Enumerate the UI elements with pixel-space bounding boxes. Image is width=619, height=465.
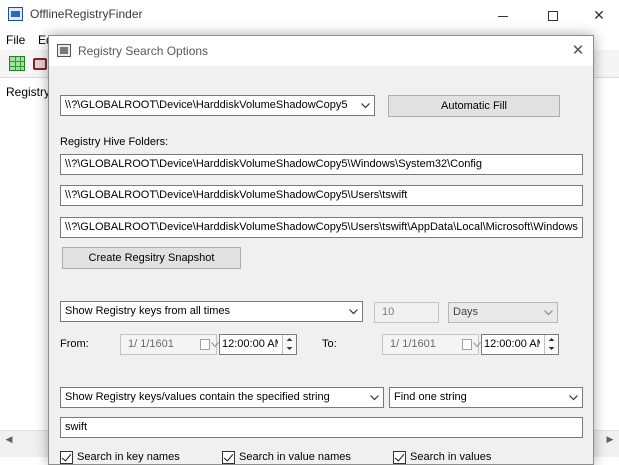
app-icon xyxy=(8,7,23,21)
hive-folder-input-2[interactable]: \\?\GLOBALROOT\Device\HarddiskVolumeShad… xyxy=(60,185,583,206)
to-date-picker[interactable]: 1/ 1/1601 xyxy=(382,334,481,355)
scroll-right-icon[interactable]: ▶ xyxy=(603,432,617,446)
to-label: To: xyxy=(322,338,337,350)
time-amount-value: 10 xyxy=(382,306,395,318)
calendar-icon xyxy=(200,339,210,350)
search-values-checkbox[interactable] xyxy=(393,451,406,464)
dialog-icon xyxy=(57,44,71,57)
hive-folder-value-3: \\?\GLOBALROOT\Device\HarddiskVolumeShad… xyxy=(65,221,578,233)
to-time-spinner[interactable] xyxy=(544,335,558,354)
time-amount-input[interactable]: 10 xyxy=(374,302,439,323)
hive-folder-value-2: \\?\GLOBALROOT\Device\HarddiskVolumeShad… xyxy=(65,189,408,201)
from-label: From: xyxy=(60,338,89,350)
source-combo-value: \\?\GLOBALROOT\Device\HarddiskVolumeShad… xyxy=(65,99,348,111)
results-column-header: Registry xyxy=(6,85,51,99)
to-time-input[interactable]: 12:00:00 AM xyxy=(481,334,559,355)
string-filter-value: Show Registry keys/values contain the sp… xyxy=(65,391,330,403)
chevron-down-icon xyxy=(544,310,553,316)
maximize-icon xyxy=(548,11,558,22)
from-time-spinner[interactable] xyxy=(282,335,296,354)
spin-down-icon[interactable] xyxy=(283,344,296,353)
scroll-left-icon[interactable]: ◀ xyxy=(2,432,16,446)
chevron-down-icon xyxy=(349,309,358,315)
chevron-down-icon xyxy=(569,395,578,401)
minimize-button[interactable] xyxy=(480,0,526,30)
close-window-button[interactable]: ✕ xyxy=(576,0,619,30)
close-icon: ✕ xyxy=(593,7,605,23)
chevron-down-icon xyxy=(361,103,370,109)
spin-up-icon[interactable] xyxy=(283,335,296,344)
string-mode-value: Find one string xyxy=(394,391,467,403)
from-date-value: 1/ 1/1601 xyxy=(128,338,174,350)
time-filter-combo[interactable]: Show Registry keys from all times xyxy=(60,301,363,322)
registry-search-options-dialog: Registry Search Options ✕ \\?\GLOBALROOT… xyxy=(48,35,594,465)
start-search-icon[interactable] xyxy=(9,56,25,71)
dialog-title: Registry Search Options xyxy=(78,44,209,58)
spin-down-icon[interactable] xyxy=(545,344,558,353)
dialog-titlebar: Registry Search Options ✕ xyxy=(49,36,593,66)
search-values-label: Search in values xyxy=(410,451,492,463)
hive-folder-input-3[interactable]: \\?\GLOBALROOT\Device\HarddiskVolumeShad… xyxy=(60,217,583,238)
search-key-names-checkbox[interactable] xyxy=(60,451,73,464)
from-time-value: 12:00:00 AM xyxy=(222,338,278,350)
search-value-names-checkbox[interactable] xyxy=(222,451,235,464)
string-mode-combo[interactable]: Find one string xyxy=(389,387,583,408)
hive-folders-label: Registry Hive Folders: xyxy=(60,136,169,148)
chevron-down-icon xyxy=(211,342,219,348)
dialog-close-button[interactable]: ✕ xyxy=(567,40,589,62)
from-date-picker[interactable]: 1/ 1/1601 xyxy=(120,334,219,355)
spin-up-icon[interactable] xyxy=(545,335,558,344)
hive-folder-input-1[interactable]: \\?\GLOBALROOT\Device\HarddiskVolumeShad… xyxy=(60,154,583,175)
minimize-icon xyxy=(498,15,508,17)
results-panel: Registry xyxy=(0,79,52,430)
create-snapshot-button[interactable]: Create Regsitry Snapshot xyxy=(62,247,241,269)
string-filter-combo[interactable]: Show Registry keys/values contain the sp… xyxy=(60,387,384,408)
to-time-value: 12:00:00 AM xyxy=(484,338,540,350)
to-date-value: 1/ 1/1601 xyxy=(390,338,436,350)
chevron-down-icon xyxy=(473,342,481,348)
automatic-fill-button[interactable]: Automatic Fill xyxy=(388,95,560,117)
from-time-input[interactable]: 12:00:00 AM xyxy=(219,334,297,355)
source-combo[interactable]: \\?\GLOBALROOT\Device\HarddiskVolumeShad… xyxy=(60,95,375,116)
main-titlebar: OfflineRegistryFinder ✕ xyxy=(0,0,619,30)
search-key-names-label: Search in key names xyxy=(77,451,180,463)
time-unit-value: Days xyxy=(453,306,479,318)
options-icon[interactable] xyxy=(33,58,47,70)
chevron-down-icon xyxy=(370,395,379,401)
menu-file[interactable]: File xyxy=(6,33,25,47)
time-filter-value: Show Registry keys from all times xyxy=(65,305,231,317)
time-unit-combo[interactable]: Days xyxy=(448,302,558,323)
search-string-input[interactable]: swift xyxy=(60,417,583,438)
search-string-value: swift xyxy=(65,421,87,433)
calendar-icon xyxy=(462,339,472,350)
maximize-button[interactable] xyxy=(530,0,576,30)
search-value-names-label: Search in value names xyxy=(239,451,351,463)
hive-folder-value-1: \\?\GLOBALROOT\Device\HarddiskVolumeShad… xyxy=(65,158,482,170)
close-icon: ✕ xyxy=(571,42,585,59)
main-window-title: OfflineRegistryFinder xyxy=(30,7,143,21)
